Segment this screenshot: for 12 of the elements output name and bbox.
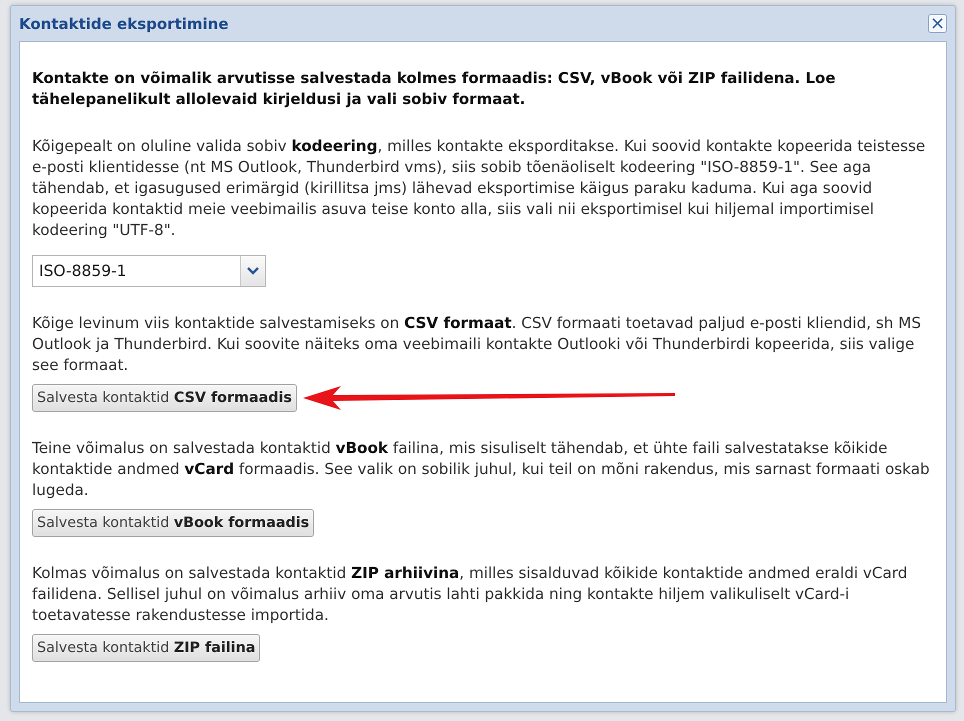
intro-text: Kontakte on võimalik arvutisse salvestada kolmes formaadis: CSV, vBook või ZIP failidena. Loe tähelepanelikult allolevaid kirjeldusi ja vali sobiv formaat. [32, 68, 836, 110]
save-button[interactable]: Salvesta kontaktid CSV formaadis [32, 384, 297, 412]
save-button[interactable]: Salvesta kontaktid vBook formaadis [32, 509, 314, 537]
section-text: Kõige levinum viis kontaktide salvestamiseks on CSV formaat. CSV formaati toetavad paljud e-posti kliendid, sh MS Outlook ja Thunderbird. Kui soovite näiteks oma veebimaili kontakte Outlooki või Thunderbirdi kopeerida, siis valige see formaat. [32, 313, 922, 376]
encoding-dropdown[interactable]: ISO-8859-1 [32, 255, 266, 287]
section-text: Kolmas võimalus on salvestada kontaktid ZIP arhiivina, milles sisalduvad kõikide kontaktide andmed eraldi vCard failidena. Sellisel juhul on võimalus arhiiv oma arvutis lahti pakkida ning kontakte hiljem valikuliselt vCard-i toetavatesse rakendustesse importida. [32, 563, 908, 626]
save-button[interactable]: Salvesta kontaktid ZIP failina [32, 634, 260, 662]
section-text: Teine võimalus on salvestada kontaktid vBook failina, mis sisuliselt tähendab, et ühte faili salvestatakse kõikide kontaktide andmed vCard formaadis. See valik on sobilik juhul, kui teil on mõni rakendus, mis sarnast formaati oskab lugeda. [32, 438, 931, 501]
close-button[interactable]: × [928, 14, 947, 33]
chevron-down-icon [247, 267, 259, 275]
dialog-title: Kontaktide eksportimine [19, 14, 229, 32]
section-text: Kõigepealt on oluline valida sobiv kodeering, milles kontakte eksporditakse. Kui soovid kontakte kopeerida teistesse e-posti klientidesse (nt MS Outlook, Thunderbird vms), siis sobib tõenäoliselt kodeering "ISO-8859-1". See aga tähendab, et igasugused erimärgid (kirillitsa jms) lähevad eksportimise käigus paraku kaduma. Kui aga soovid kopeerida kontaktid meie veebimailis asuva teise konto alla, siis vali nii eksportimisel kui hiljemal importimisel kodeering "UTF-8". [32, 136, 926, 241]
